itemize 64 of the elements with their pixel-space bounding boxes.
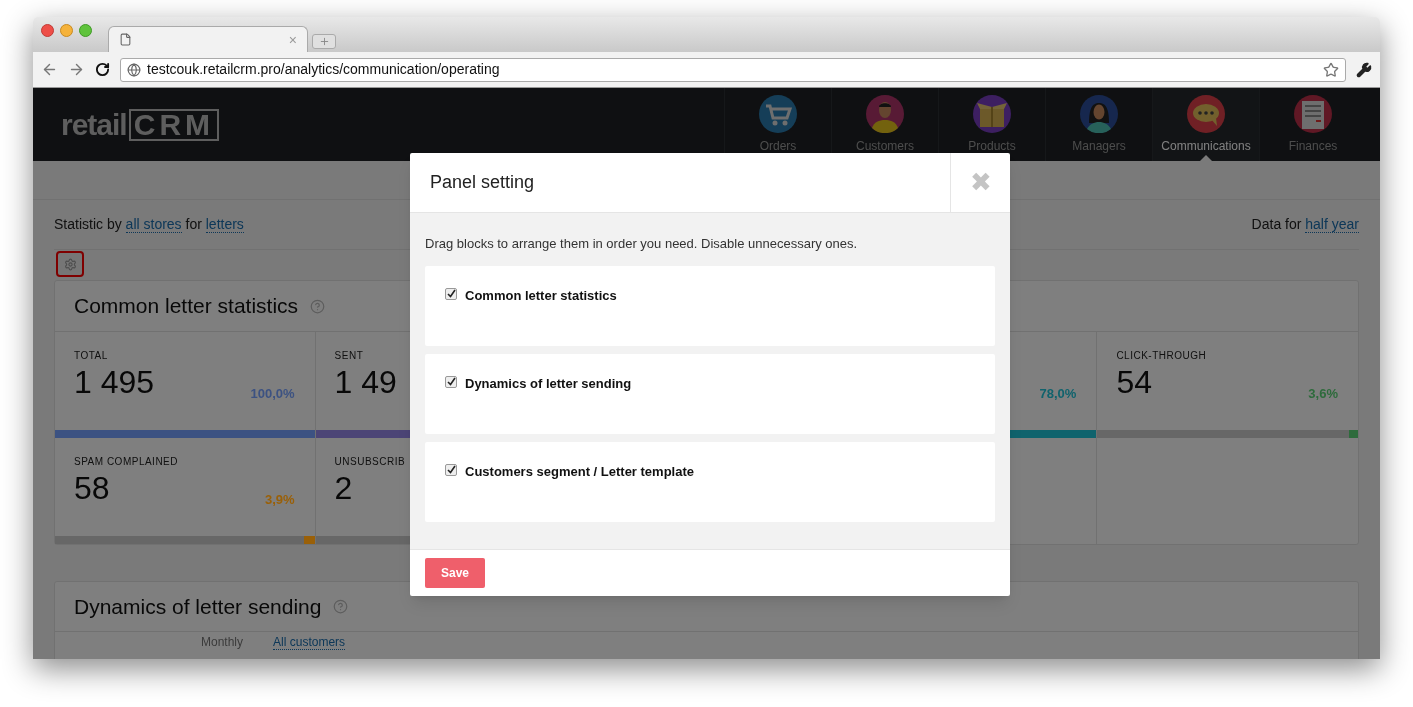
new-tab-button[interactable]	[312, 34, 336, 49]
stat-label: UNSUBSCRIB	[334, 456, 407, 468]
period-text: Data for half year	[1251, 215, 1359, 235]
panel-block[interactable]: Customers segment / Letter template	[425, 441, 995, 522]
stat-label: CLICK-THROUGH	[1116, 350, 1208, 362]
stat-percent: 100,0%	[250, 385, 295, 403]
box-icon	[973, 95, 1011, 133]
stat-value: 1 495	[74, 364, 155, 400]
back-icon[interactable]	[41, 61, 58, 78]
stat-label: SENT	[334, 350, 365, 362]
zoom-window-button[interactable]	[79, 24, 92, 37]
plus-icon	[318, 36, 330, 47]
stat-value: 2	[334, 470, 353, 506]
stat-value: 54	[1116, 364, 1152, 400]
stat-percent: 78,0%	[1039, 385, 1077, 403]
panel-title: Common letter statistics	[74, 293, 299, 320]
dialog-title: Panel setting	[429, 171, 536, 194]
reload-icon[interactable]	[95, 62, 110, 77]
save-button[interactable]: Save	[425, 558, 486, 588]
nav-item[interactable]: Finances	[1259, 88, 1366, 161]
nav-item[interactable]: Managers	[1045, 88, 1152, 161]
minimize-window-button[interactable]	[60, 24, 73, 37]
type-link[interactable]: letters	[205, 216, 244, 233]
stat-label: TOTAL	[74, 350, 109, 362]
person-icon	[1080, 95, 1118, 133]
address-bar[interactable]: testcouk.retailcrm.pro/analytics/communication/operating	[120, 57, 1346, 82]
wrench-icon[interactable]	[1356, 61, 1372, 78]
tab-close-button[interactable]: ×	[288, 32, 297, 47]
block-checkbox[interactable]	[445, 463, 457, 476]
bookmark-star-icon[interactable]	[1323, 61, 1339, 78]
block-label: Common letter statistics	[465, 286, 617, 305]
logo: retail CRM	[61, 102, 220, 147]
block-checkbox[interactable]	[445, 287, 457, 300]
close-button[interactable]: ✖	[950, 153, 1010, 212]
stat-percent: 3,9%	[264, 491, 295, 509]
forward-icon[interactable]	[68, 61, 85, 78]
browser-tab[interactable]: ×	[108, 26, 308, 52]
globe-icon	[127, 62, 141, 77]
url-text: testcouk.retailcrm.pro/analytics/communication/operating	[147, 60, 501, 79]
period-option[interactable]: Monthly	[201, 635, 244, 650]
selected-pointer-icon	[1200, 155, 1212, 161]
person-icon	[866, 95, 904, 133]
stores-link[interactable]: all stores	[125, 216, 182, 233]
stat-value: 1 49	[334, 364, 397, 400]
nav-item[interactable]: Communications	[1152, 88, 1259, 161]
stat-percent: 3,6%	[1308, 385, 1338, 403]
block-label: Dynamics of letter sending	[465, 374, 632, 393]
filter-text: Statistic by all stores for letters	[54, 215, 244, 235]
dialog-hint: Drag blocks to arrange them in order you need. Disable unnecessary ones.	[425, 235, 859, 253]
document-icon	[1294, 95, 1332, 133]
stat-label: SPAM COMPLAINED	[74, 456, 179, 468]
block-label: Customers segment / Letter template	[465, 462, 694, 481]
segment-link[interactable]: All customers	[273, 635, 346, 650]
panel-title: Dynamics of letter sending	[74, 593, 322, 620]
stat-value: 58	[74, 470, 110, 506]
cart-icon	[759, 95, 797, 133]
panel-block[interactable]: Dynamics of letter sending	[425, 353, 995, 434]
period-link[interactable]: half year	[1305, 216, 1359, 233]
gear-icon	[63, 257, 77, 271]
block-checkbox[interactable]	[445, 375, 457, 388]
page-icon	[119, 33, 132, 46]
panel-block[interactable]: Common letter statistics	[425, 265, 995, 346]
speech-bubble-icon	[1187, 95, 1225, 133]
close-window-button[interactable]	[41, 24, 54, 37]
